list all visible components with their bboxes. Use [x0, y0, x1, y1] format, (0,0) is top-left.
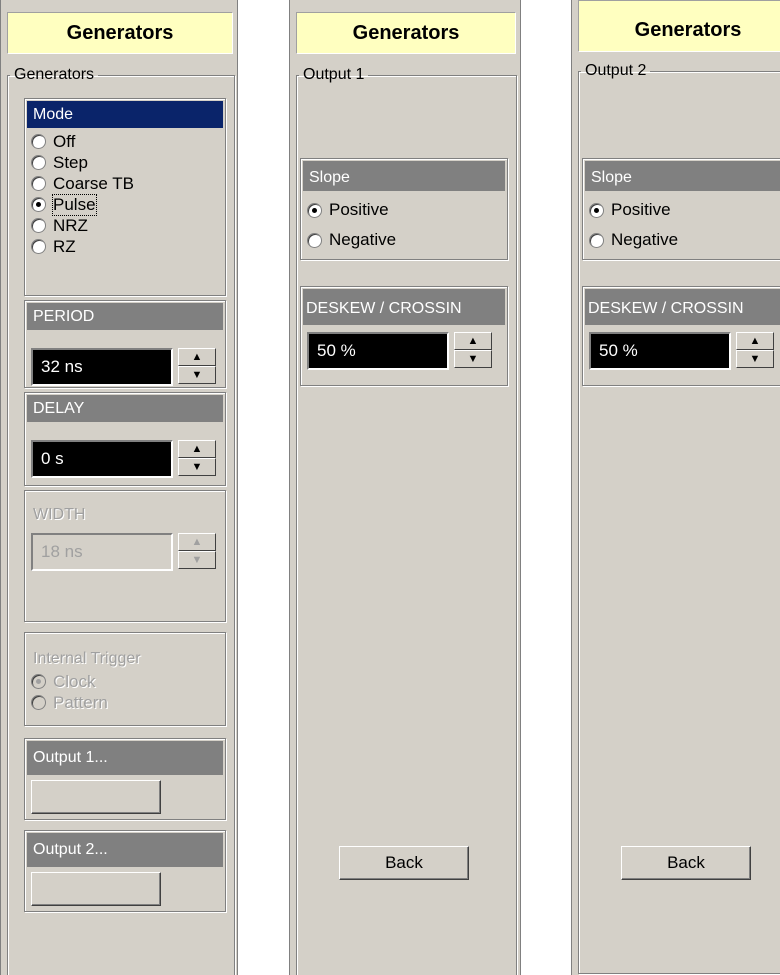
radio-selected-icon: [589, 202, 604, 218]
width-field[interactable]: 18 ns: [31, 533, 173, 571]
up-arrow-icon[interactable]: ▲: [736, 332, 774, 350]
panel-title: Generators: [578, 0, 780, 52]
trigger-option-pattern[interactable]: Pattern: [27, 692, 223, 713]
group-label: Output 1: [303, 66, 365, 83]
down-arrow-icon[interactable]: ▼: [178, 366, 216, 384]
radio-icon: [31, 155, 46, 170]
slope-section: Slope Positive Negative: [300, 158, 508, 260]
internal-trigger-section: Internal Trigger Clock Pattern: [24, 632, 226, 726]
down-arrow-icon[interactable]: ▼: [454, 350, 492, 368]
output1-panel: Generators Output 1 Slope Positive Negat…: [289, 0, 521, 975]
slope-option-negative[interactable]: Negative: [303, 225, 505, 255]
period-field[interactable]: 32 ns: [31, 348, 173, 386]
deskew-header: DESKEW / CROSSIN: [585, 289, 780, 325]
mode-option-step[interactable]: Step: [27, 152, 223, 173]
radio-icon: [589, 232, 604, 248]
panel-title: Generators: [296, 12, 516, 54]
slope-option-negative[interactable]: Negative: [585, 225, 780, 255]
width-header: WIDTH: [33, 506, 86, 523]
up-arrow-icon[interactable]: ▲: [178, 440, 216, 458]
slope-option-positive[interactable]: Positive: [303, 195, 505, 225]
internal-trigger-header: Internal Trigger: [33, 650, 141, 667]
back-button[interactable]: Back: [621, 846, 751, 880]
radio-icon: [31, 134, 46, 149]
mode-header: Mode: [27, 101, 223, 128]
up-arrow-icon[interactable]: ▲: [454, 332, 492, 350]
slope-section: Slope Positive Negative: [582, 158, 780, 260]
down-arrow-icon[interactable]: ▼: [178, 551, 216, 569]
mode-option-nrz[interactable]: NRZ: [27, 215, 223, 236]
mode-option-pulse[interactable]: Pulse: [27, 193, 223, 216]
width-spinner: ▲ ▼: [178, 533, 216, 569]
radio-icon: [31, 695, 46, 710]
radio-icon: [31, 176, 46, 191]
slope-header: Slope: [303, 161, 505, 191]
deskew-header: DESKEW / CROSSIN: [303, 289, 505, 325]
generators-panel: Generators Generators Mode Off Step Coar…: [0, 0, 238, 975]
slope-header: Slope: [585, 161, 780, 191]
radio-icon: [31, 218, 46, 233]
deskew-field[interactable]: 50 %: [307, 332, 449, 370]
deskew-spinner: ▲ ▼: [454, 332, 492, 368]
delay-header: DELAY: [27, 395, 223, 422]
group-label: Output 2: [585, 62, 647, 79]
panel-title: Generators: [7, 12, 233, 54]
output2-panel: Generators Output 2 Slope Positive Negat…: [571, 0, 780, 975]
delay-spinner: ▲ ▼: [178, 440, 216, 476]
up-arrow-icon[interactable]: ▲: [178, 533, 216, 551]
group-label: Generators: [14, 66, 95, 83]
slope-option-positive[interactable]: Positive: [585, 195, 780, 225]
deskew-field[interactable]: 50 %: [589, 332, 731, 370]
mode-option-rz[interactable]: RZ: [27, 236, 223, 257]
radio-icon: [31, 239, 46, 254]
back-button[interactable]: Back: [339, 846, 469, 880]
radio-selected-icon: [31, 674, 46, 689]
mode-option-off[interactable]: Off: [27, 131, 223, 152]
period-header: PERIOD: [27, 303, 223, 330]
deskew-spinner: ▲ ▼: [736, 332, 774, 368]
output1-button[interactable]: [31, 780, 161, 814]
down-arrow-icon[interactable]: ▼: [178, 458, 216, 476]
delay-field[interactable]: 0 s: [31, 440, 173, 478]
period-spinner: ▲ ▼: [178, 348, 216, 384]
radio-icon: [307, 232, 322, 248]
mode-option-coarse-tb[interactable]: Coarse TB: [27, 173, 223, 194]
mode-section: Mode Off Step Coarse TB Pulse NRZ RZ: [24, 98, 226, 296]
up-arrow-icon[interactable]: ▲: [178, 348, 216, 366]
radio-selected-icon: [307, 202, 322, 218]
radio-selected-icon: [31, 197, 46, 212]
trigger-option-clock[interactable]: Clock: [27, 671, 223, 692]
output1-header: Output 1...: [27, 741, 223, 775]
down-arrow-icon[interactable]: ▼: [736, 350, 774, 368]
output2-button[interactable]: [31, 872, 161, 906]
output2-header: Output 2...: [27, 833, 223, 867]
